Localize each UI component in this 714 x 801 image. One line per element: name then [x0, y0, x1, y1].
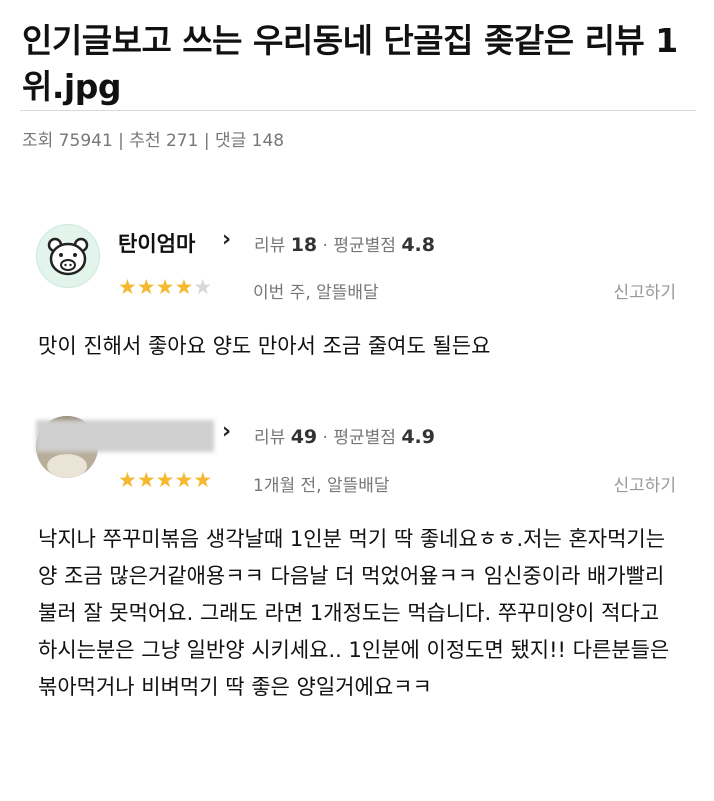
review-date: 이번 주, 알뜰배달	[253, 283, 379, 303]
reviewer-name-redacted	[36, 420, 214, 452]
chevron-right-icon[interactable]: ›	[222, 227, 231, 252]
chevron-right-icon[interactable]: ›	[222, 419, 231, 444]
review-stats: 리뷰 18 · 평균별점 4.8	[254, 234, 435, 256]
post-title: 인기글보고 쓰는 우리동네 단골집 좆같은 리뷰 1위.jpg	[22, 21, 678, 106]
report-link[interactable]: 신고하기	[613, 471, 676, 496]
star-rating: ★★★★★	[118, 275, 212, 299]
review-text: 낙지나 쭈꾸미볶음 생각날때 1인분 먹기 딱 좋네요ㅎㅎ.저는 혼자먹기는 양…	[38, 527, 670, 699]
star-icon: ★	[136, 468, 156, 492]
post-meta: 조회 75941 | 추천 271 | 댓글 148	[22, 131, 285, 151]
pig-face-icon[interactable]	[36, 224, 100, 288]
star-icon: ★	[118, 468, 137, 492]
star-icon: ★	[174, 275, 194, 299]
report-link[interactable]: 신고하기	[613, 278, 676, 303]
reviewer-name[interactable]: 탄이엄마	[118, 228, 195, 258]
star-rating: ★★★★★	[118, 468, 212, 492]
star-icon: ★	[193, 275, 213, 299]
star-icon: ★	[193, 468, 213, 492]
review-text: 맛이 진해서 좋아요 양도 만아서 조금 줄여도 될든요	[38, 334, 491, 358]
review-date: 1개월 전, 알뜰배달	[253, 476, 390, 496]
star-icon: ★	[118, 275, 137, 299]
title-divider	[20, 110, 696, 111]
star-icon: ★	[136, 275, 156, 299]
star-icon: ★	[155, 468, 175, 492]
star-icon: ★	[174, 468, 194, 492]
star-icon: ★	[155, 275, 175, 299]
review-stats: 리뷰 49 · 평균별점 4.9	[254, 426, 435, 448]
